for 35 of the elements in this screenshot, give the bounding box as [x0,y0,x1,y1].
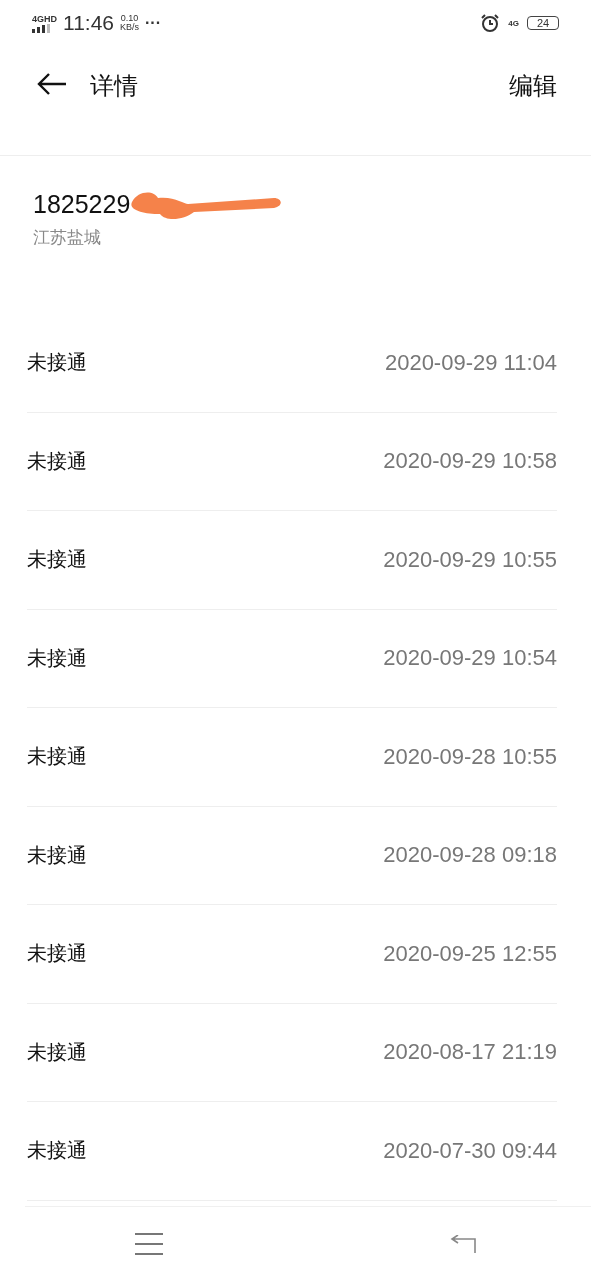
call-status: 未接通 [27,644,87,672]
more-indicator: ··· [145,14,161,32]
call-status: 未接通 [27,841,87,869]
call-time: 2020-09-29 10:58 [383,448,557,475]
page-title: 详情 [90,71,138,102]
call-time: 2020-09-29 10:54 [383,645,557,672]
phone-number: 1825229 [33,189,131,219]
data-network-label: 4G [508,18,519,28]
call-time: 2020-09-28 09:18 [383,842,557,869]
location-label: 江苏盐城 [33,226,102,249]
call-status: 未接通 [27,447,87,475]
menu-icon [135,1232,163,1255]
call-status: 未接通 [27,743,87,771]
network-label: 4GHD [32,13,57,24]
alarm-clock-icon [480,13,501,33]
return-arrow-icon [449,1234,477,1253]
call-status: 未接通 [27,1137,87,1165]
battery-icon: 24 [527,16,559,30]
speed-value: 0.10 [120,14,139,23]
back-arrow-icon [36,72,68,96]
call-time: 2020-09-29 11:04 [384,349,557,376]
edit-button[interactable]: 编辑 [509,70,557,102]
call-status: 未接通 [27,546,87,574]
menu-button[interactable] [135,1232,163,1255]
call-time: 2020-07-30 09:44 [383,1137,557,1164]
call-time: 2020-09-25 12:55 [383,940,557,967]
call-status: 未接通 [27,940,87,968]
call-status: 未接通 [27,349,87,377]
clock-time: 11:46 [63,11,114,35]
speed-unit: KB/s [120,23,140,32]
back-nav-button[interactable] [449,1234,477,1253]
call-status: 未接通 [27,1038,87,1066]
call-time: 2020-09-28 10:55 [383,743,557,770]
call-time: 2020-08-17 21:19 [383,1039,557,1066]
call-time: 2020-09-29 10:55 [383,546,557,573]
